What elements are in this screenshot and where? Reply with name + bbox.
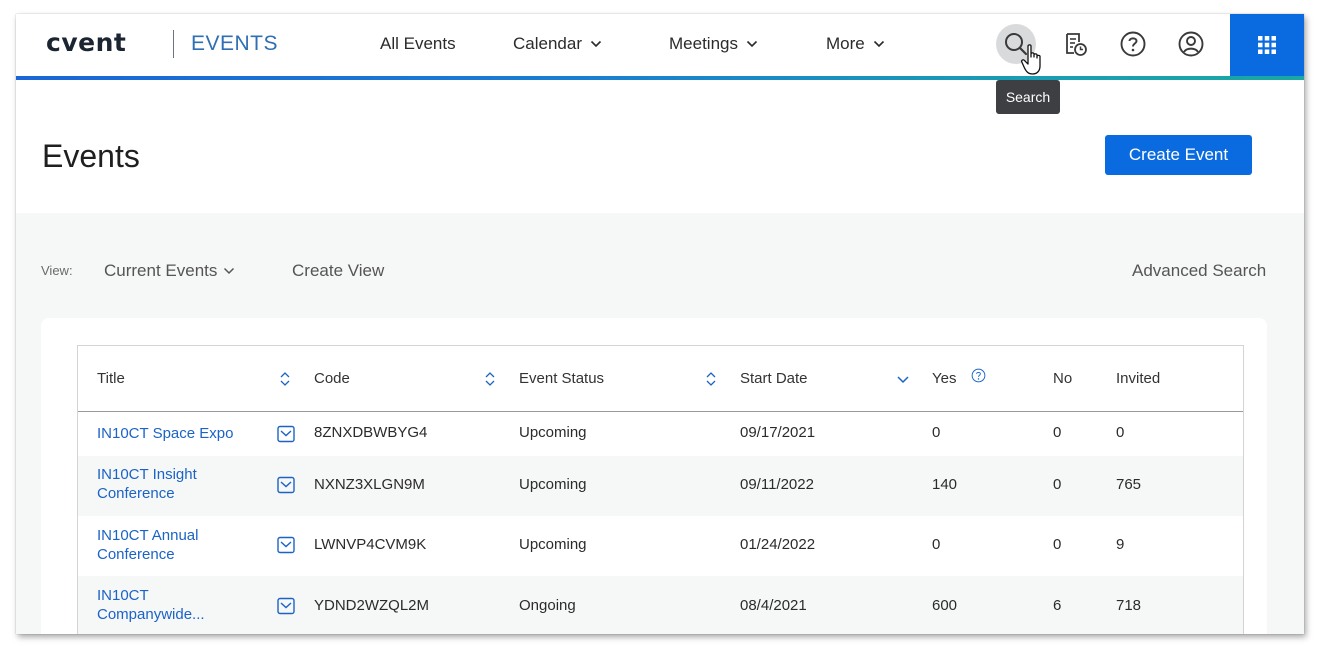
invited-count: 0 [1116,424,1125,441]
event-status: Upcoming [519,476,587,493]
chevron-down-icon [224,267,235,275]
chevron-down-icon [873,40,884,48]
column-header-code[interactable]: Code [314,370,350,387]
no-count: 0 [1053,536,1062,553]
cvent-logo[interactable]: cvent [46,28,126,57]
event-start-date: 01/24/2022 [740,536,816,553]
event-code: LWNVP4CVM9K [314,536,427,553]
table-row: IN10CT Companywide... YDND2WZQL2M Ongoing… [78,576,1243,634]
no-count: 6 [1053,597,1062,614]
event-status: Ongoing [519,597,576,614]
table-header-row: Title Code Event Status Start Date Yes N… [78,346,1243,412]
invited-count: 718 [1116,597,1142,614]
event-code: YDND2WZQL2M [314,597,430,614]
sort-icon[interactable] [483,371,497,387]
nav-more[interactable]: More [826,34,885,54]
report-clock-icon [1066,33,1087,56]
user-menu-button[interactable] [1171,24,1211,64]
yes-count: 140 [932,476,958,493]
nav-meetings[interactable]: Meetings [669,34,758,54]
chevron-down-icon [590,40,602,48]
mail-icon[interactable] [277,597,295,615]
chevron-down-icon [746,40,758,48]
event-title-link[interactable]: IN10CT Annual Conference [97,526,198,564]
page-title: Events [42,138,140,174]
nav-all-events[interactable]: All Events [380,34,456,54]
nav-more-label: More [826,34,865,53]
event-title-link[interactable]: IN10CT Companywide... [97,586,205,624]
view-select-value: Current Events [104,261,218,280]
mail-icon[interactable] [277,536,295,554]
help-icon [1120,31,1146,57]
event-status: Upcoming [519,536,587,553]
sort-icon[interactable] [704,371,718,387]
mail-icon[interactable] [277,425,295,443]
mail-icon[interactable] [277,476,295,494]
no-count: 0 [1053,476,1062,493]
event-start-date: 09/17/2021 [740,424,816,441]
table-row: IN10CT Space Expo 8ZNXDBWBYG4 Upcoming 0… [78,412,1243,456]
event-title-link[interactable]: IN10CT Insight Conference [97,465,197,503]
nav-calendar-label: Calendar [513,34,582,53]
view-select[interactable]: Current Events [104,261,235,281]
no-count: 0 [1053,424,1062,441]
header-gradient-bar [16,76,1304,80]
event-start-date: 08/4/2021 [740,597,807,614]
invited-count: 765 [1116,476,1142,493]
nav-calendar[interactable]: Calendar [513,34,602,54]
advanced-search-link[interactable]: Advanced Search [1132,261,1266,281]
column-header-no[interactable]: No [1053,370,1072,387]
column-header-invited[interactable]: Invited [1116,370,1160,387]
event-title-link[interactable]: IN10CT Space Expo [97,424,233,443]
hand-cursor-icon [1020,44,1041,75]
view-label: View: [41,263,73,278]
help-circle-icon[interactable] [971,368,986,383]
logo-divider [173,30,174,58]
events-table: Title Code Event Status Start Date Yes N… [77,345,1244,634]
create-view-link[interactable]: Create View [292,261,384,281]
sort-descending-icon[interactable] [896,371,910,387]
event-code: NXNZ3XLGN9M [314,476,425,493]
search-tooltip: Search [996,80,1060,114]
create-event-button[interactable]: Create Event [1105,135,1252,175]
invited-count: 9 [1116,536,1125,553]
event-status: Upcoming [519,424,587,441]
help-button[interactable] [1113,24,1153,64]
table-row: IN10CT Annual Conference LWNVP4CVM9K Upco… [78,516,1243,576]
column-header-event-status[interactable]: Event Status [519,370,604,387]
product-name[interactable]: EVENTS [191,32,278,56]
reports-button[interactable] [1055,24,1095,64]
column-header-title[interactable]: Title [97,370,125,387]
user-icon [1178,31,1204,57]
apps-grid-icon [1258,36,1276,54]
column-header-yes[interactable]: Yes [932,370,956,387]
nav-meetings-label: Meetings [669,34,738,53]
yes-count: 0 [932,536,941,553]
sort-icon[interactable] [278,371,292,387]
table-row: IN10CT Insight Conference NXNZ3XLGN9M Upc… [78,456,1243,516]
column-header-start-date[interactable]: Start Date [740,370,808,387]
top-header: cvent EVENTS All Events Calendar Meeting… [16,14,1304,76]
nav-all-events-label: All Events [380,34,456,53]
yes-count: 600 [932,597,958,614]
event-code: 8ZNXDBWBYG4 [314,424,428,441]
app-window: cvent EVENTS All Events Calendar Meeting… [16,14,1304,634]
apps-launcher-button[interactable] [1230,14,1304,76]
event-start-date: 09/11/2022 [740,476,814,493]
yes-count: 0 [932,424,941,441]
